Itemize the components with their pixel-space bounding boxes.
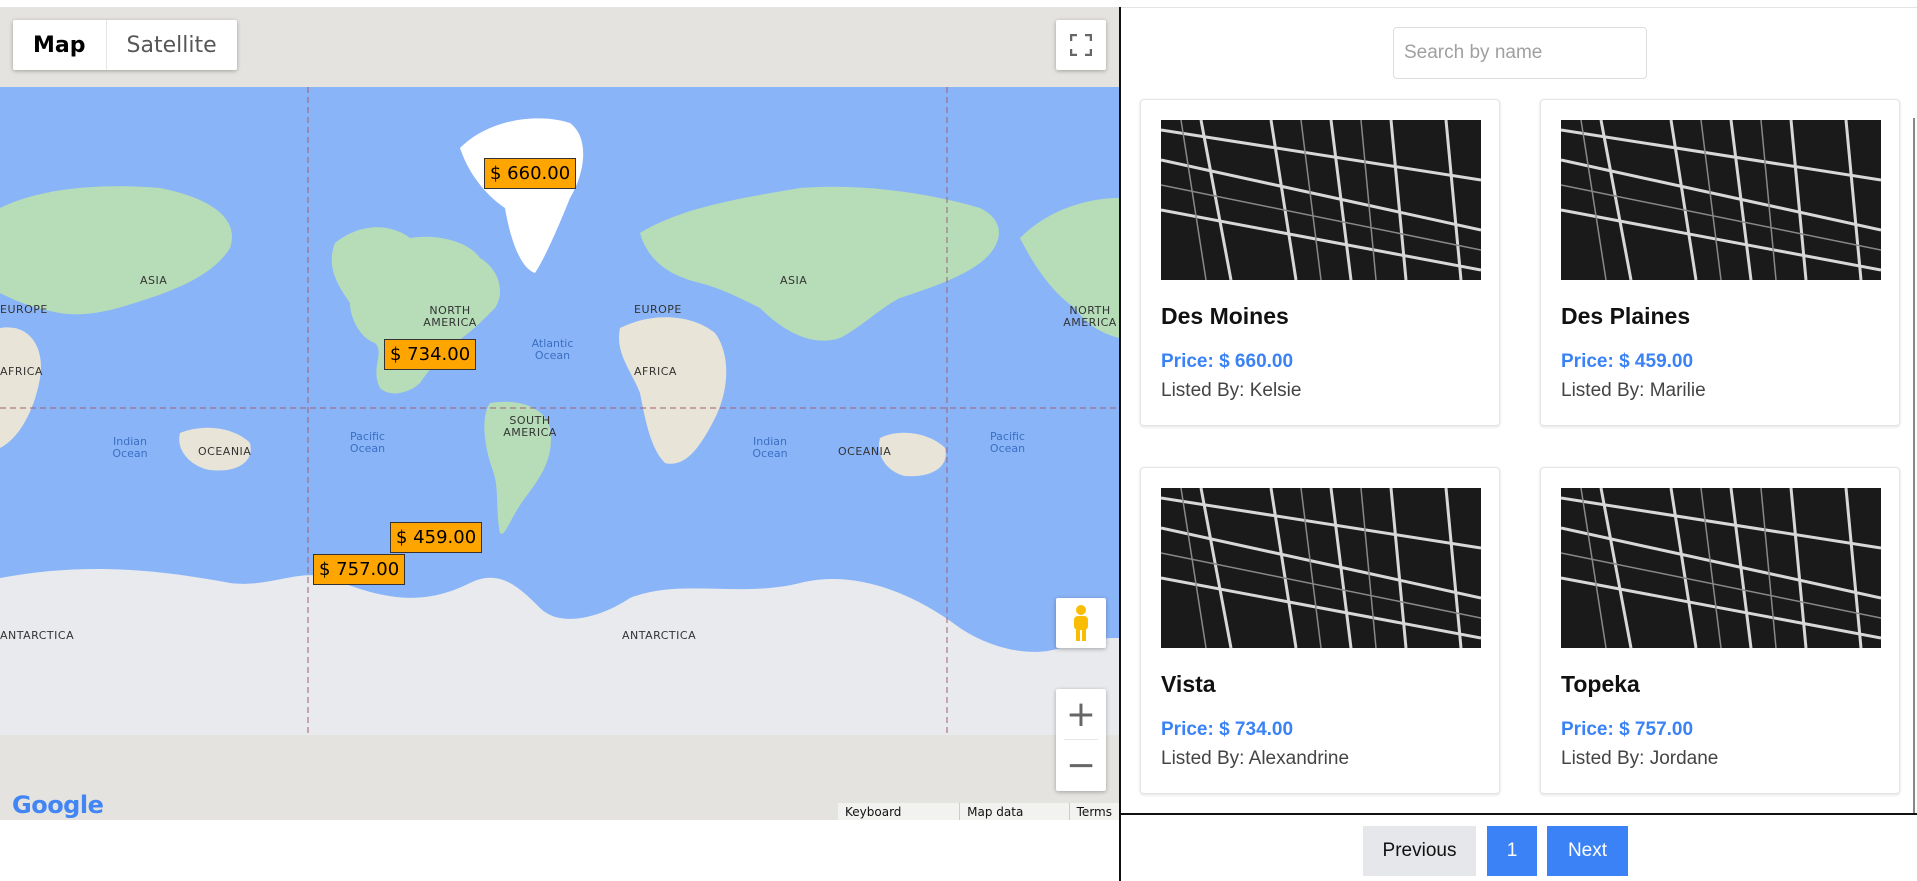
continent-label: OCEANIA (838, 445, 892, 458)
google-logo: Google (12, 791, 104, 819)
pagination-divider (1121, 813, 1917, 815)
ocean-label: Indian Ocean (752, 435, 788, 460)
listing-price: Price: $ 660.00 (1161, 351, 1294, 372)
map-type-control: Map Satellite (13, 20, 237, 70)
listing-lister: Listed By: Kelsie (1161, 380, 1302, 401)
price-marker[interactable]: $ 757.00 (313, 554, 406, 585)
listing-price: Price: $ 459.00 (1561, 351, 1694, 372)
ocean-label: Pacific Ocean (989, 430, 1026, 455)
listing-title: Des Plaines (1561, 303, 1691, 329)
continent-label: AFRICA (634, 365, 677, 378)
keyboard-shortcuts-link[interactable]: Keyboard shortcuts (838, 803, 959, 820)
street-view-pegman-button[interactable] (1056, 598, 1106, 648)
listing-image (1561, 488, 1881, 648)
zoom-control: + − (1056, 689, 1106, 791)
continent-label: ANTARCTICA (0, 629, 75, 642)
listing-card[interactable]: Topeka Price: $ 757.00 Listed By: Jordan… (1540, 467, 1900, 794)
building-photo (1561, 120, 1881, 280)
listing-card[interactable]: Vista Price: $ 734.00 Listed By: Alexand… (1140, 467, 1500, 794)
continent-label: ASIA (780, 274, 808, 287)
map-type-map-button[interactable]: Map (13, 20, 106, 70)
listing-image (1161, 488, 1481, 648)
zoom-divider (1064, 739, 1098, 740)
world-map-tiles[interactable] (0, 8, 1119, 820)
next-page-button[interactable]: Next (1547, 826, 1628, 876)
listing-title: Topeka (1561, 671, 1640, 697)
listings-scrollbar[interactable] (1913, 118, 1915, 813)
listing-price: Price: $ 757.00 (1561, 719, 1694, 740)
listing-price: Price: $ 734.00 (1161, 719, 1294, 740)
panel-divider (1119, 7, 1121, 881)
terms-link[interactable]: Terms (1070, 803, 1119, 820)
fullscreen-button[interactable] (1056, 20, 1106, 70)
building-photo (1161, 120, 1481, 280)
price-marker[interactable]: $ 734.00 (384, 339, 477, 370)
listing-lister: Listed By: Jordane (1561, 748, 1719, 769)
building-photo (1161, 488, 1481, 648)
listing-title: Vista (1161, 671, 1216, 697)
map-view[interactable]: EUROPE ASIA AFRICA NORTH AMERICA EUROPE … (0, 8, 1119, 820)
continent-label: NORTH AMERICA (1063, 304, 1117, 329)
building-photo (1561, 488, 1881, 648)
listing-card[interactable]: Des Moines Price: $ 660.00 Listed By: Ke… (1140, 99, 1500, 426)
continent-label: EUROPE (0, 303, 48, 316)
listing-card[interactable]: Des Plaines Price: $ 459.00 Listed By: M… (1540, 99, 1900, 426)
ocean-label: Pacific Ocean (349, 430, 386, 455)
continent-label: OCEANIA (198, 445, 252, 458)
listing-title: Des Moines (1161, 303, 1289, 329)
continent-label: ANTARCTICA (622, 629, 697, 642)
zoom-out-button[interactable]: − (1056, 740, 1106, 791)
listing-lister: Listed By: Marilie (1561, 380, 1706, 401)
pegman-icon (1074, 605, 1088, 641)
continent-label: NORTH AMERICA (423, 304, 477, 329)
previous-page-button[interactable]: Previous (1363, 826, 1476, 876)
search-input[interactable] (1393, 27, 1647, 79)
page-number-button[interactable]: 1 (1487, 826, 1537, 876)
zoom-in-button[interactable]: + (1056, 689, 1106, 740)
map-attribution: Keyboard shortcuts Map data ©2024 Terms (838, 803, 1119, 820)
listing-image (1561, 120, 1881, 280)
ocean-label: Atlantic Ocean (531, 337, 574, 362)
listing-lister: Listed By: Alexandrine (1161, 748, 1350, 769)
map-data-text: Map data ©2024 (967, 805, 1024, 820)
listing-image (1161, 120, 1481, 280)
price-marker[interactable]: $ 459.00 (390, 522, 483, 553)
ocean-label: Indian Ocean (112, 435, 148, 460)
continent-label: EUROPE (634, 303, 682, 316)
continent-label: SOUTH AMERICA (503, 414, 557, 439)
continent-label: AFRICA (0, 365, 43, 378)
continent-label: ASIA (140, 274, 168, 287)
price-marker[interactable]: $ 660.00 (484, 158, 577, 189)
map-type-satellite-button[interactable]: Satellite (107, 20, 237, 70)
fullscreen-icon (1070, 34, 1092, 56)
